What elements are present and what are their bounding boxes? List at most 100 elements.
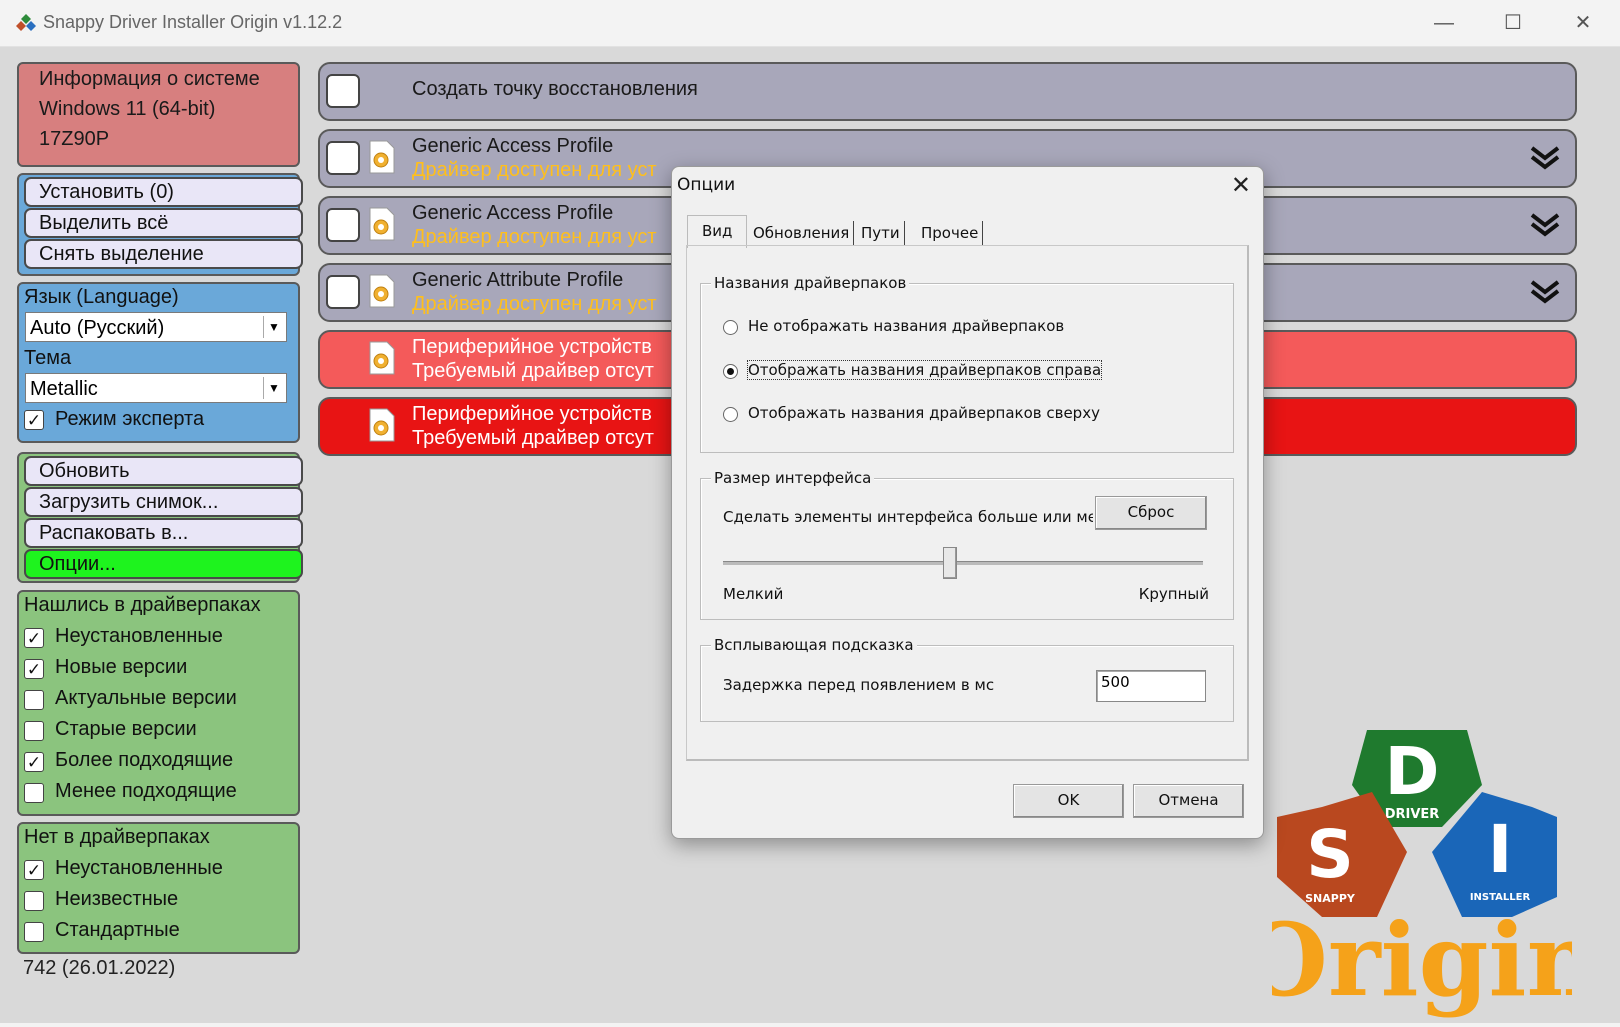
size-slider-thumb[interactable]: [942, 547, 957, 579]
tooltip-delay-input[interactable]: 500: [1096, 670, 1206, 702]
language-label: Язык (Language): [24, 286, 179, 308]
row-checkbox[interactable]: [326, 74, 360, 108]
restore-point-row[interactable]: Создать точку восстановления: [318, 62, 1577, 121]
row-title: Generic Access Profile: [412, 202, 614, 224]
settings-panel: Язык (Language) Auto (Русский) ▼ Тема Me…: [17, 282, 300, 443]
deselect-button[interactable]: Снять выделение: [24, 239, 303, 269]
install-actions-panel: Установить (0) Выделить всё Снять выделе…: [17, 173, 303, 276]
tooltip-group: Всплывающая подсказка Задержка перед поя…: [700, 636, 1234, 722]
radio-hide-names[interactable]: [723, 320, 738, 335]
system-info-panel[interactable]: Информация о системе Windows 11 (64-bit)…: [17, 62, 300, 167]
install-button[interactable]: Установить (0): [24, 177, 303, 207]
chevron-double-down-icon[interactable]: [1529, 145, 1561, 171]
chevron-down-icon: ▼: [263, 377, 284, 399]
cancel-button[interactable]: Отмена: [1133, 784, 1244, 818]
extract-to-button[interactable]: Распаковать в...: [24, 518, 303, 548]
logo-letter-d: D: [1385, 733, 1440, 810]
row-status: Требуемый драйвер отсут: [412, 427, 654, 449]
row-status: Драйвер доступен для уст: [412, 159, 657, 181]
filter-label: Актуальные версии: [55, 687, 237, 709]
driver-file-icon: [369, 274, 395, 308]
filter-checkbox[interactable]: ✓: [24, 752, 44, 772]
refresh-button[interactable]: Обновить: [24, 456, 303, 486]
found-filters-panel: Нашлись в драйверпаках ✓ Неустановленные…: [17, 590, 300, 816]
driver-file-icon: [369, 207, 395, 241]
row-title: Generic Access Profile: [412, 135, 614, 157]
tab-paths[interactable]: Пути: [857, 221, 905, 245]
group-title: Названия драйверпаков: [711, 274, 910, 292]
language-select[interactable]: Auto (Русский) ▼: [25, 312, 287, 342]
reset-button[interactable]: Сброс: [1095, 496, 1207, 530]
chevron-double-down-icon[interactable]: [1529, 279, 1561, 305]
radio-names-top[interactable]: [723, 407, 738, 422]
close-button[interactable]: ✕: [1560, 8, 1606, 38]
options-dialog: Опции ✕ Вид Обновления Пути Прочее Назва…: [671, 166, 1264, 839]
filter-checkbox[interactable]: [24, 891, 44, 911]
minimize-button[interactable]: —: [1421, 8, 1467, 38]
found-filters-title: Нашлись в драйверпаках: [24, 594, 261, 616]
size-slider-track[interactable]: [723, 561, 1203, 565]
size-description: Сделать элементы интерфейса больше или м…: [723, 508, 1093, 526]
tab-view[interactable]: Вид: [687, 215, 748, 248]
logo-letter-s: S: [1306, 816, 1354, 893]
app-icon: [16, 14, 36, 31]
expert-mode-checkbox[interactable]: ✓: [24, 410, 44, 430]
ok-button[interactable]: OK: [1013, 784, 1124, 818]
load-snapshot-button[interactable]: Загрузить снимок...: [24, 487, 303, 517]
row-checkbox[interactable]: [326, 275, 360, 309]
sysinfo-model: 17Z90P: [39, 128, 110, 150]
filter-label: Неустановленные: [55, 625, 223, 647]
tooltip-delay-label: Задержка перед появлением в мс: [723, 676, 995, 694]
filter-checkbox[interactable]: [24, 721, 44, 741]
chevron-double-down-icon[interactable]: [1529, 212, 1561, 238]
filter-checkbox[interactable]: ✓: [24, 860, 44, 880]
notfound-filters-title: Нет в драйверпаках: [24, 826, 210, 848]
theme-select[interactable]: Metallic ▼: [25, 373, 287, 403]
filter-label: Неустановленные: [55, 857, 223, 879]
select-all-button[interactable]: Выделить всё: [24, 208, 303, 238]
options-button[interactable]: Опции...: [24, 549, 303, 579]
filter-checkbox[interactable]: ✓: [24, 628, 44, 648]
row-title: Периферийное устройств: [412, 403, 652, 425]
sdi-origin-logo: D DRIVER S SNAPPY I INSTALLER Origin: [1272, 730, 1572, 1019]
interface-size-group: Размер интерфейса Сделать элементы интер…: [700, 469, 1234, 620]
filter-checkbox[interactable]: [24, 783, 44, 803]
row-checkbox[interactable]: [326, 141, 360, 175]
notfound-filters-panel: Нет в драйверпаках ✓ Неустановленные Неи…: [17, 822, 300, 954]
row-title: Создать точку восстановления: [412, 78, 698, 100]
tab-misc[interactable]: Прочее: [917, 221, 984, 245]
chevron-down-icon: ▼: [263, 316, 284, 338]
title-bar: Snappy Driver Installer Origin v1.12.2 —…: [0, 0, 1620, 47]
theme-label: Тема: [24, 347, 72, 369]
filter-checkbox[interactable]: [24, 690, 44, 710]
filter-label: Старые версии: [55, 718, 197, 740]
driver-file-icon: [369, 140, 395, 174]
filter-label: Менее подходящие: [55, 780, 237, 802]
svg-text:DRIVER: DRIVER: [1385, 807, 1440, 822]
group-title: Всплывающая подсказка: [711, 636, 917, 654]
filter-label: Новые версии: [55, 656, 188, 678]
close-icon[interactable]: ✕: [1231, 171, 1251, 199]
row-title: Периферийное устройств: [412, 336, 652, 358]
expert-mode-label: Режим эксперта: [55, 408, 205, 430]
size-min-label: Мелкий: [723, 585, 784, 603]
tools-panel: Обновить Загрузить снимок... Распаковать…: [17, 452, 303, 583]
radio-label: Отображать названия драйверпаков справа: [746, 360, 1103, 380]
tab-updates[interactable]: Обновления: [749, 221, 855, 245]
row-checkbox[interactable]: [326, 208, 360, 242]
row-status: Требуемый драйвер отсут: [412, 360, 654, 382]
radio-label: Не отображать названия драйверпаков: [748, 317, 1065, 335]
radio-names-right[interactable]: [723, 364, 738, 379]
sysinfo-title: Информация о системе: [39, 68, 260, 90]
language-value: Auto (Русский): [30, 317, 165, 339]
sysinfo-os: Windows 11 (64-bit): [39, 98, 216, 120]
driver-file-icon: [369, 341, 395, 375]
row-status: Драйвер доступен для уст: [412, 226, 657, 248]
row-title: Generic Attribute Profile: [412, 269, 624, 291]
dialog-title: Опции: [677, 175, 736, 195]
filter-checkbox[interactable]: ✓: [24, 659, 44, 679]
group-title: Размер интерфейса: [711, 469, 875, 487]
filter-checkbox[interactable]: [24, 922, 44, 942]
radio-label: Отображать названия драйверпаков сверху: [748, 404, 1100, 422]
maximize-button[interactable]: ☐: [1490, 8, 1536, 38]
